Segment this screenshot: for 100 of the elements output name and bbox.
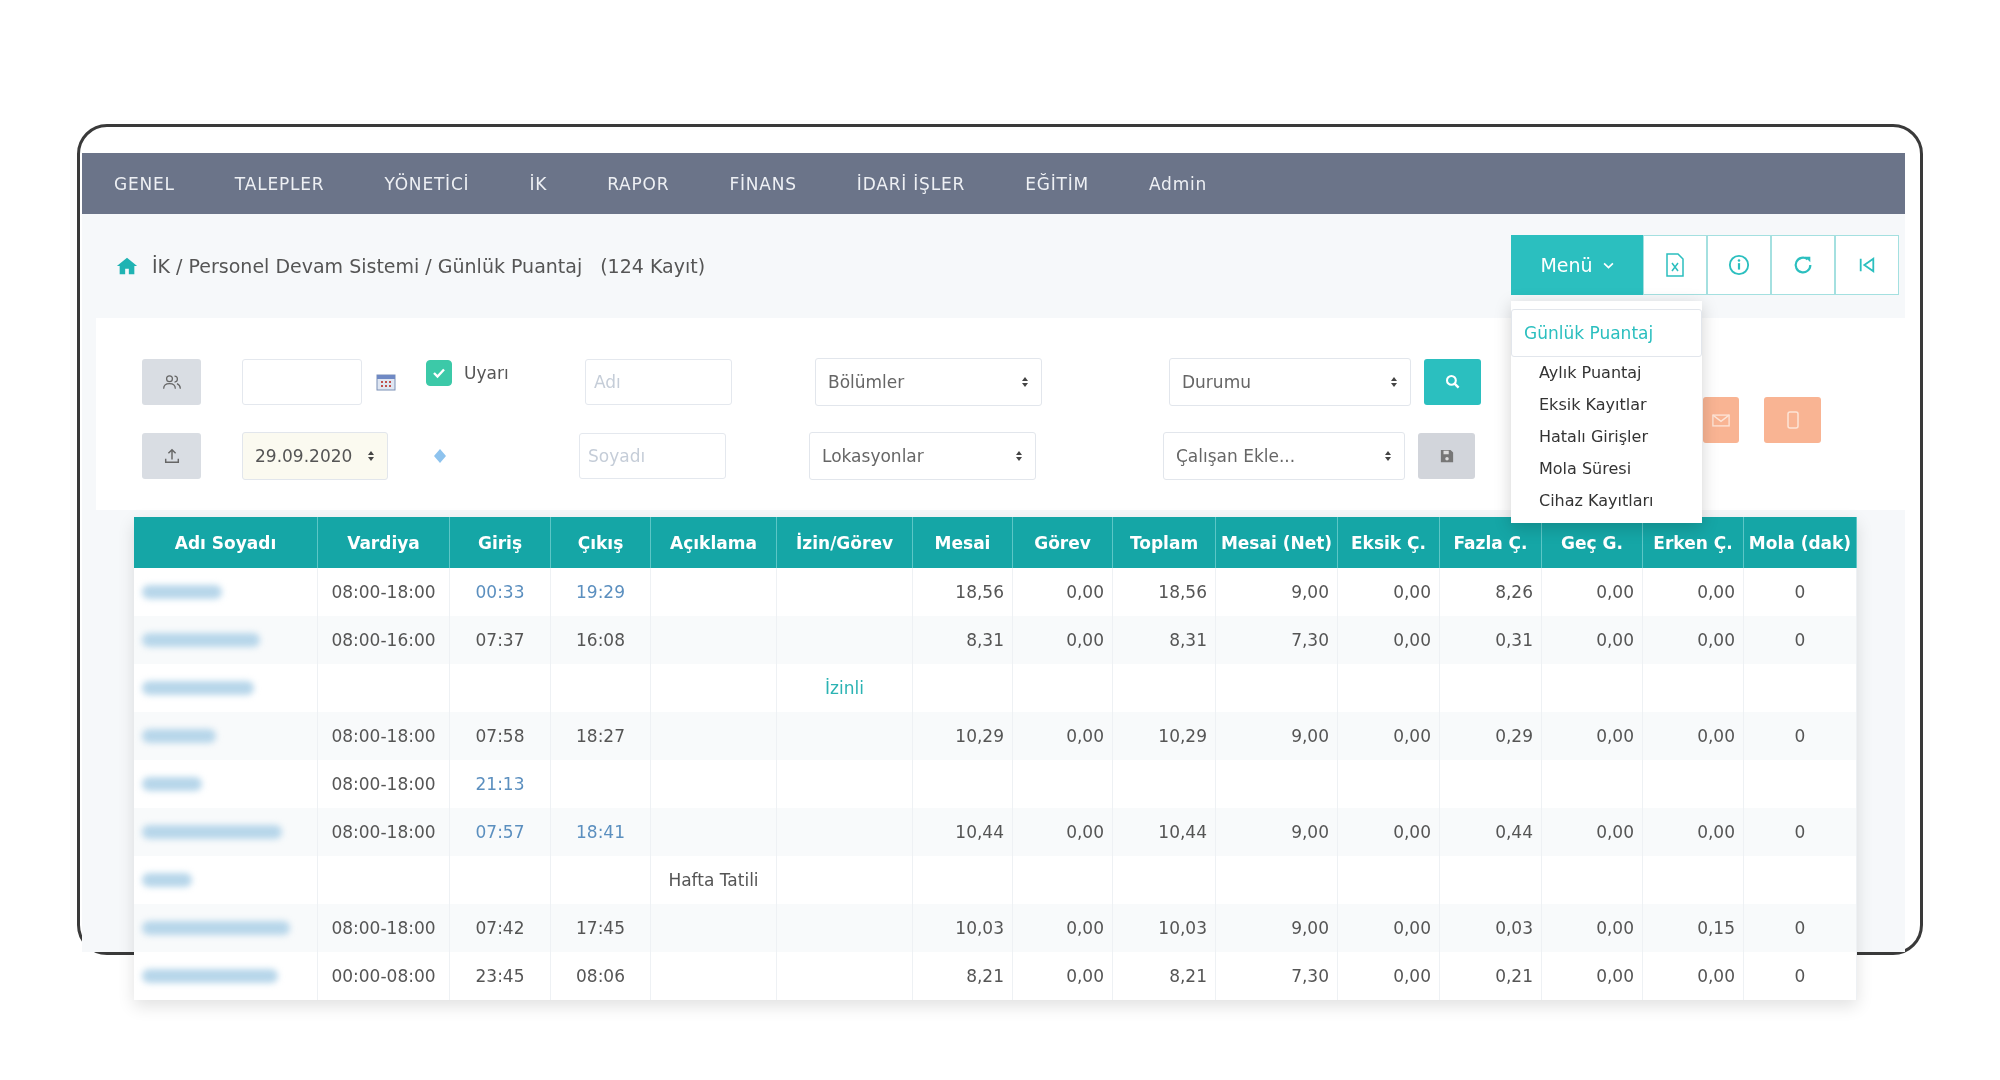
- column-header[interactable]: İzin/Görev: [777, 517, 913, 568]
- table-cell: 8,26: [1495, 582, 1533, 602]
- menu-item[interactable]: Hatalı Girişler: [1511, 421, 1702, 453]
- table-cell: 0,00: [1596, 630, 1634, 650]
- skip-back-icon: [1858, 256, 1876, 274]
- home-icon[interactable]: [116, 256, 138, 276]
- table-cell: 18,56: [955, 582, 1004, 602]
- menu-button[interactable]: Menü: [1511, 235, 1643, 295]
- table-cell: 8,21: [1169, 966, 1207, 986]
- excel-export-button[interactable]: [1643, 235, 1707, 295]
- column-header[interactable]: Geç G.: [1542, 517, 1643, 568]
- nav-item[interactable]: YÖNETİCİ: [384, 173, 470, 194]
- menu-item[interactable]: Aylık Puantaj: [1511, 357, 1702, 389]
- table-cell: 10,03: [955, 918, 1004, 938]
- table-cell: 10,03: [1158, 918, 1207, 938]
- nav-item[interactable]: İK: [529, 173, 548, 194]
- locations-select[interactable]: Lokasyonlar: [809, 431, 1036, 480]
- table-cell: 0,00: [1066, 966, 1104, 986]
- date-input[interactable]: [242, 358, 362, 405]
- table-cell: 0: [1794, 630, 1806, 650]
- column-header[interactable]: Giriş: [450, 517, 551, 568]
- nav-item[interactable]: EĞİTİM: [1025, 173, 1089, 194]
- table-cell: 07:37: [475, 630, 525, 650]
- blurred-name: [142, 777, 202, 791]
- column-header[interactable]: Mesai: [913, 517, 1013, 568]
- nav-item[interactable]: GENEL: [114, 173, 175, 194]
- sort-arrows-icon: [1015, 449, 1023, 462]
- sort-arrows-icon: [1390, 375, 1398, 388]
- refresh-button[interactable]: [1771, 235, 1835, 295]
- nav-item[interactable]: TALEPLER: [234, 173, 325, 194]
- table-cell: 07:58: [475, 726, 525, 746]
- info-button[interactable]: [1707, 235, 1771, 295]
- column-header[interactable]: Toplam: [1113, 517, 1216, 568]
- people-icon: [161, 372, 182, 391]
- table-cell: 7,30: [1291, 966, 1329, 986]
- column-header[interactable]: Adı Soyadı: [134, 517, 318, 568]
- table-cell: 7,30: [1291, 630, 1329, 650]
- mobile-button[interactable]: [1764, 397, 1821, 443]
- nav-item[interactable]: İDARİ İŞLER: [856, 173, 966, 194]
- column-header[interactable]: Eksik Ç.: [1338, 517, 1440, 568]
- table-cell: 0,00: [1596, 966, 1634, 986]
- excel-file-icon: [1665, 253, 1685, 277]
- table-cell: 10,44: [955, 822, 1004, 842]
- column-header[interactable]: Mola (dak): [1744, 517, 1857, 568]
- table-cell: 0,31: [1495, 630, 1533, 650]
- column-header[interactable]: Mesai (Net): [1216, 517, 1338, 568]
- table-cell: 0,00: [1393, 822, 1431, 842]
- table-cell: 08:00-18:00: [331, 774, 436, 794]
- employee-select[interactable]: Çalışan Ekle...: [1163, 431, 1405, 480]
- envelope-icon: [1712, 413, 1730, 427]
- last-name-field[interactable]: Soyadı: [579, 432, 726, 479]
- table-cell: 0,00: [1393, 726, 1431, 746]
- chevron-down-icon: [1602, 261, 1614, 269]
- column-header[interactable]: Vardiya: [318, 517, 450, 568]
- table-cell: 17:45: [576, 918, 625, 938]
- nav-item[interactable]: Admin: [1148, 173, 1208, 194]
- table-cell: 0,00: [1393, 966, 1431, 986]
- table-cell: 0,00: [1596, 582, 1634, 602]
- menu-item[interactable]: Eksik Kayıtlar: [1511, 389, 1702, 421]
- warning-checkbox[interactable]: [426, 360, 452, 386]
- warning-label: Uyarı: [464, 363, 509, 383]
- table-cell: 10,44: [1158, 822, 1207, 842]
- upload-button[interactable]: [142, 432, 201, 479]
- save-button[interactable]: [1418, 432, 1475, 479]
- email-button[interactable]: [1703, 397, 1739, 443]
- back-button[interactable]: [1835, 235, 1899, 295]
- search-button[interactable]: [1424, 358, 1481, 405]
- table-cell: İzinli: [825, 678, 864, 698]
- status-select[interactable]: Durumu: [1169, 357, 1411, 406]
- first-name-field[interactable]: Adı: [585, 358, 732, 405]
- table-cell: 16:08: [576, 630, 625, 650]
- menu-item[interactable]: Mola Süresi: [1511, 453, 1702, 485]
- table-cell: 9,00: [1291, 582, 1329, 602]
- menu-item[interactable]: Cihaz Kayıtları: [1511, 485, 1702, 517]
- nav-item[interactable]: FİNANS: [729, 173, 797, 194]
- table-cell: 0,00: [1066, 582, 1104, 602]
- menu-item[interactable]: Günlük Puantaj: [1511, 309, 1702, 357]
- nav-item[interactable]: RAPOR: [607, 173, 670, 194]
- table-cell: 9,00: [1291, 918, 1329, 938]
- diamond-icon[interactable]: [432, 447, 448, 464]
- table-cell: 0,44: [1495, 822, 1533, 842]
- search-icon: [1444, 373, 1461, 390]
- date-select[interactable]: 29.09.2020: [242, 431, 388, 480]
- people-button[interactable]: [142, 358, 201, 405]
- calendar-icon[interactable]: [376, 372, 396, 391]
- column-header[interactable]: Çıkış: [551, 517, 651, 568]
- table-cell: 0,21: [1495, 966, 1533, 986]
- table-cell: 19:29: [576, 582, 625, 602]
- column-header[interactable]: Açıklama: [651, 517, 777, 568]
- column-header[interactable]: Erken Ç.: [1643, 517, 1744, 568]
- table-cell: 00:33: [475, 582, 525, 602]
- departments-select[interactable]: Bölümler: [815, 357, 1042, 406]
- table-cell: 0: [1794, 822, 1806, 842]
- column-header[interactable]: Görev: [1013, 517, 1113, 568]
- table-cell: 08:00-18:00: [331, 822, 436, 842]
- table-cell: 0,00: [1697, 822, 1735, 842]
- table-cell: 0,15: [1697, 918, 1735, 938]
- column-header[interactable]: Fazla Ç.: [1440, 517, 1542, 568]
- breadcrumb: İK / Personel Devam Sistemi / Günlük Puantaj: [152, 255, 583, 277]
- table-cell: 0,00: [1697, 582, 1735, 602]
